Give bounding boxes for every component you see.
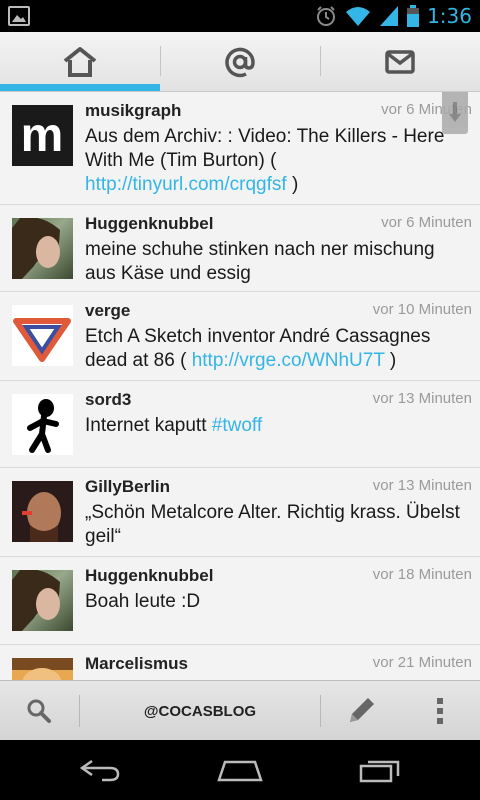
action-bar: @COCASBLOG (0, 680, 480, 740)
tweet-text: Boah leute :D (85, 591, 201, 612)
recents-button[interactable] (330, 740, 430, 800)
tweet-username: GillyBerlin (85, 477, 171, 496)
search-icon (27, 699, 51, 723)
tab-selected-indicator (0, 84, 160, 91)
search-button[interactable] (0, 681, 78, 741)
tweet-item[interactable]: m musikgraph vor 6 Minuten Aus dem Archi… (0, 92, 480, 205)
tweet-item[interactable]: Huggenknubbel vor 6 Minuten meine schuhe… (0, 205, 480, 292)
alarm-icon (317, 6, 336, 26)
overflow-menu-button[interactable] (400, 681, 480, 741)
home-nav-button[interactable] (190, 740, 290, 800)
tweet-item[interactable]: Marcelismus vor 21 Minuten (0, 645, 480, 680)
tab-messages[interactable] (320, 32, 480, 92)
tweet-item[interactable]: verge vor 10 Minuten Etch A Sketch inven… (0, 292, 480, 381)
home-nav-icon (217, 760, 263, 782)
tweet-timestamp: vor 13 Minuten (372, 477, 472, 494)
recents-icon (359, 760, 400, 783)
back-icon (79, 759, 120, 782)
tweet-username: sord3 (85, 390, 132, 409)
tweet-timestamp: vor 13 Minuten (372, 390, 472, 407)
tweet-text: Etch A Sketch inventor André Cassagnes d… (85, 326, 431, 371)
timeline-feed[interactable]: m musikgraph vor 6 Minuten Aus dem Archi… (0, 92, 480, 680)
tweet-text: Aus dem Archiv: : Video: The Killers - H… (85, 126, 445, 195)
status-bar: 1:36 (0, 0, 480, 32)
avatar (12, 658, 73, 680)
clock: 1:36 (427, 4, 472, 28)
avatar (12, 394, 73, 455)
pencil-icon (350, 698, 374, 722)
account-name: @COCASBLOG (143, 702, 257, 720)
tab-bar (0, 32, 480, 92)
svg-text:m: m (21, 109, 64, 162)
tweet-username: musikgraph (85, 101, 182, 120)
battery-icon (407, 5, 420, 27)
home-icon (63, 47, 97, 77)
avatar (12, 305, 73, 366)
tweet-timestamp: vor 6 Minuten (381, 214, 472, 231)
navigation-bar (0, 740, 480, 800)
avatar: m (12, 105, 73, 166)
tab-mentions[interactable] (160, 32, 320, 92)
tweet-username: Huggenknubbel (85, 566, 214, 585)
tweet-link[interactable]: http://vrge.co/WNhU7T (192, 350, 385, 371)
avatar (12, 570, 73, 631)
tweet-item[interactable]: sord3 vor 13 Minuten Internet kaputt #tw… (0, 381, 480, 468)
gallery-icon (8, 6, 30, 26)
avatar (12, 481, 73, 542)
tweet-timestamp: vor 10 Minuten (372, 301, 472, 318)
tweet-text: meine schuhe stinken nach ner mischung a… (85, 239, 435, 284)
overflow-menu-icon (437, 698, 443, 724)
tweet-text: „Schön Metalcore Alter. Richtig krass. Ü… (85, 502, 460, 547)
back-button[interactable] (50, 740, 150, 800)
tweet-text: Internet kaputt #twoff (85, 415, 263, 436)
tweet-timestamp: vor 21 Minuten (372, 654, 472, 671)
tweet-link[interactable]: http://tinyurl.com/crqgfsf (85, 174, 287, 195)
tweet-username: verge (85, 301, 131, 320)
tweet-item[interactable]: Huggenknubbel vor 18 Minuten Boah leute … (0, 557, 480, 645)
compose-button[interactable] (321, 681, 401, 741)
fast-scroll-handle[interactable] (442, 92, 468, 134)
tweet-hashtag[interactable]: #twoff (212, 415, 262, 436)
tweet-item[interactable]: GillyBerlin vor 13 Minuten „Schön Metalc… (0, 468, 480, 557)
tweet-username: Huggenknubbel (85, 214, 214, 233)
signal-icon (380, 6, 399, 26)
account-switcher[interactable]: @COCASBLOG (80, 681, 320, 741)
envelope-icon (385, 50, 415, 74)
tweet-timestamp: vor 18 Minuten (372, 566, 472, 583)
at-icon (225, 47, 255, 78)
tweet-username: Marcelismus (85, 654, 188, 673)
avatar (12, 218, 73, 279)
wifi-icon (346, 7, 371, 26)
tab-home[interactable] (0, 32, 160, 92)
